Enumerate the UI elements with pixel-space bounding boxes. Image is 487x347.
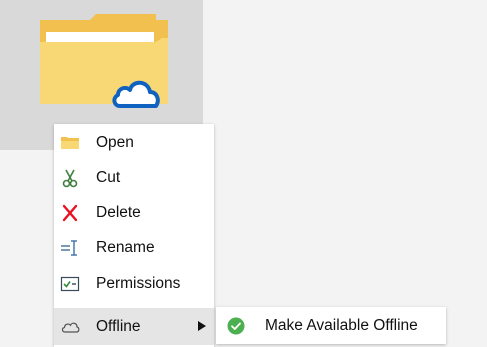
submenu-item-make-available-offline[interactable]: Make Available Offline (216, 307, 446, 344)
rename-icon (61, 240, 77, 256)
submenu-arrow-icon (198, 321, 206, 331)
menu-item-open[interactable]: Open (54, 126, 214, 160)
menu-item-label: Cut (96, 169, 121, 186)
cloud-icon (61, 322, 80, 333)
menu-item-label: Permissions (96, 275, 181, 292)
delete-x-icon (62, 204, 78, 222)
menu-item-cut[interactable]: Cut (54, 161, 214, 195)
menu-item-rename[interactable]: Rename (54, 231, 214, 265)
submenu-item-label: Make Available Offline (265, 317, 418, 334)
menu-item-label: Offline (96, 318, 141, 335)
menu-item-offline[interactable]: Offline (54, 308, 214, 345)
folder-with-cloud-icon (40, 14, 168, 108)
menu-item-label: Delete (96, 204, 141, 221)
menu-item-label: Open (96, 134, 134, 151)
context-menu: Open Cut Delete Rename Permissions Offli… (54, 124, 214, 347)
folder-open-icon (61, 137, 79, 149)
menu-item-delete[interactable]: Delete (54, 196, 214, 230)
scissors-icon (62, 169, 78, 188)
offline-submenu: Make Available Offline (216, 307, 446, 344)
desktop-area: Open Cut Delete Rename Permissions Offli… (0, 0, 487, 347)
green-check-icon (227, 317, 245, 335)
menu-item-label: Rename (96, 239, 155, 256)
menu-item-permissions[interactable]: Permissions (54, 267, 214, 301)
permissions-icon (60, 276, 80, 292)
